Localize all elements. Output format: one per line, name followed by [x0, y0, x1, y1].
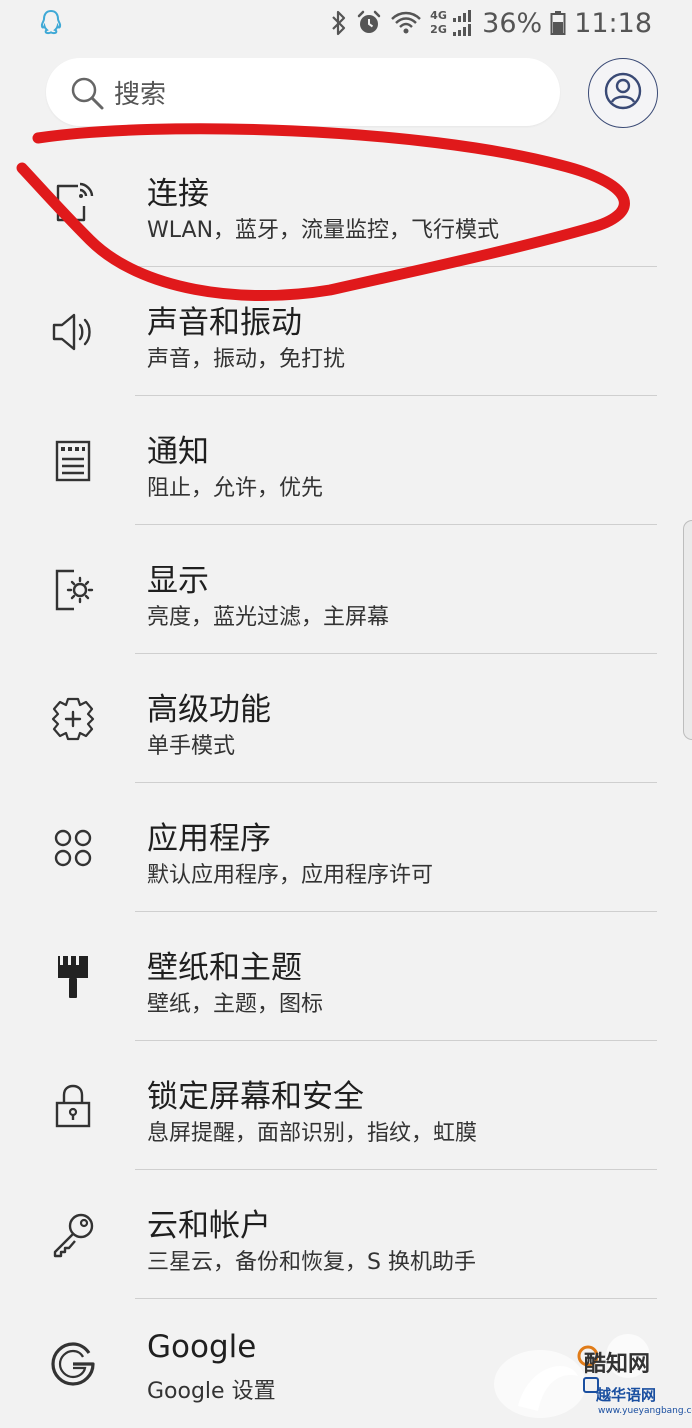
item-subtitle: 阻止，允许，优先: [147, 476, 324, 501]
item-title: 声音和振动: [147, 305, 302, 341]
item-title: 应用程序: [147, 821, 271, 857]
item-title: 显示: [147, 563, 209, 599]
item-subtitle: Google 设置: [147, 1379, 276, 1404]
lock-icon: [46, 1079, 100, 1133]
settings-item-apps[interactable]: 应用程序 默认应用程序，应用程序许可: [0, 783, 692, 912]
item-subtitle: 息屏提醒，面部识别，指纹，虹膜: [147, 1121, 478, 1146]
settings-item-wallpapers-themes[interactable]: 壁纸和主题 壁纸，主题，图标: [0, 912, 692, 1041]
search-icon: [68, 74, 106, 112]
qq-icon: [36, 8, 66, 38]
notification-icon: [46, 434, 100, 488]
edge-panel-handle[interactable]: [683, 520, 692, 740]
item-title: 锁定屏幕和安全: [147, 1079, 364, 1115]
settings-item-lock-screen-security[interactable]: 锁定屏幕和安全 息屏提醒，面部识别，指纹，虹膜: [0, 1041, 692, 1170]
status-icons: 4G 2G 36% 11:18: [330, 6, 652, 40]
item-title: 通知: [147, 434, 209, 470]
bluetooth-icon: [330, 10, 348, 36]
settings-item-connections[interactable]: 连接 WLAN，蓝牙，流量监控，飞行模式: [0, 138, 692, 267]
person-icon: [603, 71, 643, 115]
item-title: 高级功能: [147, 692, 271, 728]
wifi-icon: [390, 10, 422, 36]
brush-icon: [46, 950, 100, 1004]
status-bar: 4G 2G 36% 11:18: [0, 0, 692, 46]
watermark-text-2: 越华语网: [596, 1386, 657, 1404]
profile-button[interactable]: [588, 58, 658, 128]
item-title: 云和帐户: [147, 1208, 271, 1244]
item-subtitle: 声音，振动，免打扰: [147, 347, 346, 372]
settings-item-cloud-accounts[interactable]: 云和帐户 三星云，备份和恢复，S 换机助手: [0, 1170, 692, 1299]
signal-tech-bottom: 2G: [430, 23, 447, 36]
battery-percent: 36%: [482, 7, 543, 39]
search-row: 搜索: [46, 58, 658, 128]
search-input[interactable]: 搜索: [46, 58, 560, 126]
item-title: Google: [147, 1329, 257, 1365]
search-placeholder: 搜索: [114, 80, 167, 110]
settings-item-sound[interactable]: 声音和振动 声音，振动，免打扰: [0, 267, 692, 396]
signal-tech-top: 4G: [430, 9, 447, 22]
connections-icon: [46, 176, 100, 230]
battery-icon: [550, 10, 566, 36]
watermark: 酷知网 越华语网 www.yueyangbang.com: [488, 1326, 692, 1422]
item-title: 壁纸和主题: [147, 950, 302, 986]
item-subtitle: 单手模式: [147, 734, 236, 759]
settings-item-notifications[interactable]: 通知 阻止，允许，优先: [0, 396, 692, 525]
watermark-text-3: www.yueyangbang.com: [598, 1406, 692, 1416]
signal-icon: 4G 2G: [430, 8, 474, 38]
item-subtitle: 默认应用程序，应用程序许可: [147, 863, 434, 888]
google-icon: [46, 1337, 100, 1391]
settings-list: 连接 WLAN，蓝牙，流量监控，飞行模式 声音和振动 声音，振动，免打扰 通知 …: [0, 138, 692, 1428]
item-subtitle: 三星云，备份和恢复，S 换机助手: [147, 1250, 476, 1275]
clock: 11:18: [574, 7, 652, 39]
apps-icon: [46, 821, 100, 875]
item-subtitle: 壁纸，主题，图标: [147, 992, 324, 1017]
watermark-text-1: 酷知网: [584, 1352, 651, 1377]
alarm-icon: [356, 10, 382, 36]
settings-item-advanced-features[interactable]: 高级功能 单手模式: [0, 654, 692, 783]
item-subtitle: 亮度，蓝光过滤，主屏幕: [147, 605, 390, 630]
item-subtitle: WLAN，蓝牙，流量监控，飞行模式: [147, 218, 500, 243]
key-icon: [46, 1208, 100, 1262]
item-title: 连接: [147, 176, 209, 212]
advanced-features-icon: [46, 692, 100, 746]
display-icon: [46, 563, 100, 617]
settings-item-display[interactable]: 显示 亮度，蓝光过滤，主屏幕: [0, 525, 692, 654]
speaker-icon: [46, 305, 100, 359]
